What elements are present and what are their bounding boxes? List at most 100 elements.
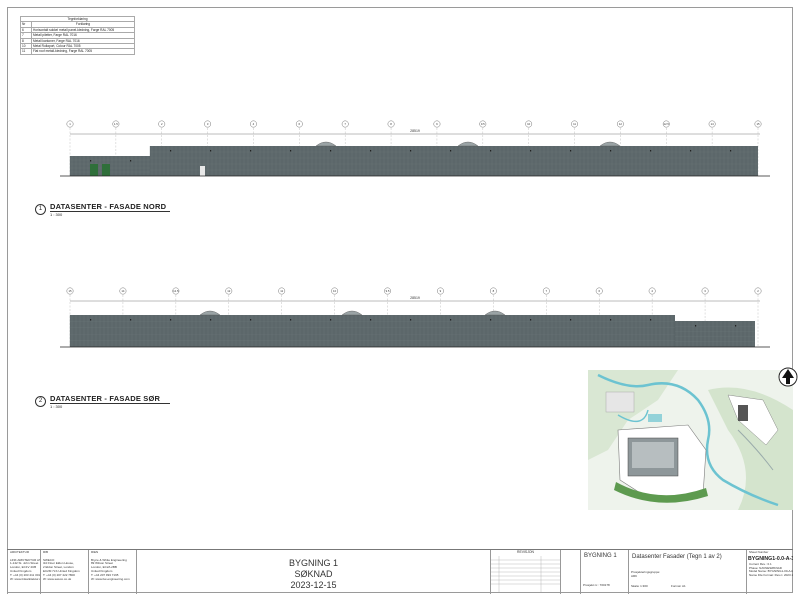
facade-vent [450,150,452,152]
title-block-revision: REVISJON [490,550,560,594]
facade-vent [570,319,572,321]
grid-label: 10 [333,289,337,293]
north-rooftop-unit [599,141,621,147]
north-rooftop-unit [457,141,479,147]
sheet-meta: Current Rev.: 0.1 Phase: NAVNESØKNAD Model… [747,562,793,579]
south-title-underline [50,403,170,404]
meta-line: Name File Format: Rev.n: 2023.1 [749,573,793,578]
facade-vent [650,150,652,152]
facade-vent [330,319,332,321]
legend-row-text: Flat roof metall-kledning, Farge RAL 700… [31,48,135,55]
facade-vent [450,319,452,321]
format-label: Format: A1 [671,584,686,588]
south-main-block [70,315,675,347]
title-block-sheet: Datasenter Fasader (Tegn 1 av 2) Prosjek… [628,550,746,594]
grid-label: 15 [756,122,760,126]
title-block-project: BYGNING 1 Prosjekt nr.: 700178 [580,550,628,594]
architect-line: W: www.linkarkitektur.com [10,576,40,581]
facade-vent [370,319,372,321]
grid-label: 15 [68,289,72,293]
facade-vent [410,150,412,152]
north-door [102,164,110,176]
rien-info: RIEN Bryce & White Engineering 89 Wilson … [89,550,136,582]
title-block-main: BYGNING 1 SØKNAD 2023-12-15 [136,550,490,594]
grid-label: 1.5 [114,122,118,126]
north-title-underline [50,211,170,212]
grid-label: 12 [619,122,623,126]
legend-table: Tegnforklaring Nr Forklaring 6 Horisontal… [20,15,135,55]
stage: SØKNAD [294,569,333,579]
facade-vent [210,319,212,321]
project-number: Prosjekt nr.: 700178 [583,583,610,587]
facade-vent [490,319,492,321]
title-block-rib: RIB SWECO 3rd Floor Eldon House, 2 Eldon S… [40,550,88,594]
south-rooftop-unit [484,310,506,316]
north-entrance [200,166,205,176]
facade-vent [130,160,132,162]
site-plan [588,370,793,510]
facade-vent [570,150,572,152]
rib-info: RIB SWECO 3rd Floor Eldon House, 2 Eldon S… [41,550,88,582]
south-dimension: 28519 [410,296,420,300]
facade-vent [530,319,532,321]
south-view-number: 2 [35,396,46,407]
facade-vent [730,150,732,152]
grid-label: 12 [227,289,231,293]
facade-vent [210,150,212,152]
north-door [90,164,98,176]
north-view-number: 1 [35,204,46,215]
title-block-status [560,550,580,594]
scale-label: Skala: 1:300 [631,584,648,588]
grid-label: 14 [121,289,125,293]
facade-vent [410,319,412,321]
sheet-number: BYGNING1-0.0-A-3001 [748,555,793,562]
south-view-title: DATASENTER - FASADE SØR [50,394,161,403]
grid-label: 12.5 [664,122,670,126]
issue-date: 2023-12-15 [290,580,337,590]
north-rooftop-unit [315,141,337,147]
facade-vent [610,150,612,152]
rib-line: W: www.sweco.co.uk [43,576,72,581]
legend-row-nr: 11 [20,48,32,55]
facade-vent [530,150,532,152]
facade-vent [90,319,92,321]
facade-vent [610,319,612,321]
project-short: BYGNING 1 [584,553,617,559]
south-rooftop-unit [199,310,221,316]
north-arrow-icon [778,367,798,387]
grid-label: 11 [573,122,576,126]
elevation-north: 1 1.5 2 3 4 6 7 8 9 9.5 10 11 12 12.5 14 15 28519 [60,120,770,177]
south-view-scale: 1 : 300 [50,404,63,409]
facade-vent [735,325,737,327]
rien-line: W: www.bw-engineering.com [91,576,130,581]
north-dimension: 28519 [410,129,420,133]
title-block-number: Sheet Number BYGNING1-0.0-A-3001 Current… [746,550,793,594]
facade-vent [650,319,652,321]
facade-vent [370,150,372,152]
grid-label: 11 [280,289,283,293]
grid-label: 9.5 [386,289,390,293]
facade-vent [250,319,252,321]
architect-info: ARKITEKTUR LINK ARKITEKTUR AS 1-142 St. J… [8,550,40,582]
grid-label: 9.5 [481,122,485,126]
facade-vent [130,319,132,321]
facade-vent [690,150,692,152]
facade-vent [250,150,252,152]
facade-vent [170,150,172,152]
south-rooftop-unit [341,310,363,316]
discipline-value: ARK [631,574,638,578]
title-block-rien: RIEN Bryce & White Engineering 89 Wilson … [88,550,136,594]
facade-vent [170,319,172,321]
title-block-architect: ARKITEKTUR LINK ARKITEKTUR AS 1-142 St. J… [7,550,40,594]
facade-vent [490,150,492,152]
facade-vent [695,325,697,327]
facade-vent [290,319,292,321]
elevation-south: 15 14 12.5 12 11 10 9.5 9 8 7 6 4 3 2 28519 [60,287,770,348]
grid-label: 10 [527,122,531,126]
grid-label: 14 [711,122,715,126]
north-view-title: DATASENTER - FASADE NORD [50,202,167,211]
north-view-scale: 1 : 300 [50,212,63,217]
facade-vent [90,160,92,162]
facade-vent [290,150,292,152]
title-block: ARKITEKTUR LINK ARKITEKTUR AS 1-142 St. J… [7,549,793,594]
